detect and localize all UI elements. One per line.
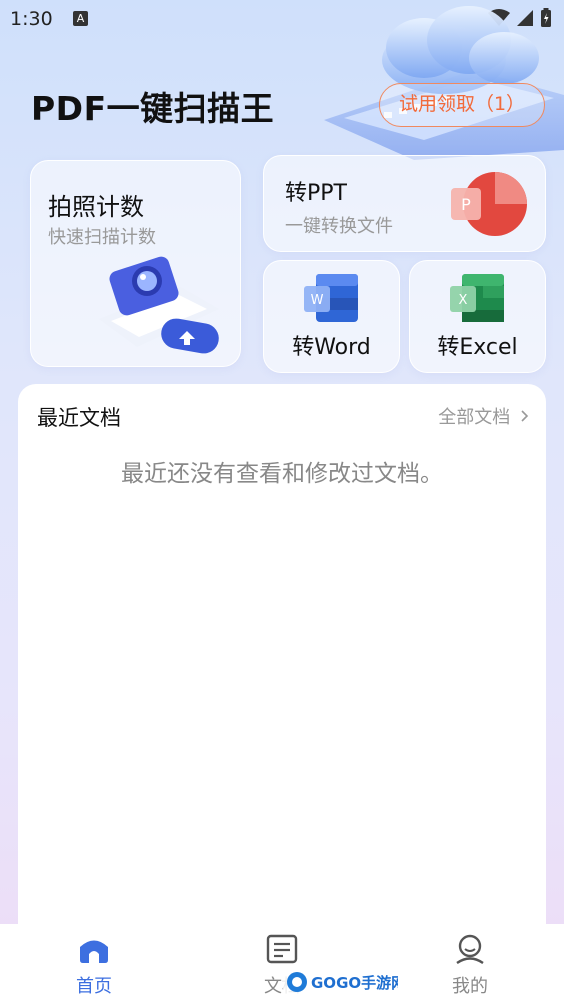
- recent-documents-panel: 最近文档 全部文档 最近还没有查看和修改过文档。: [18, 384, 546, 944]
- excel-letter: X: [459, 293, 468, 308]
- to-word-card[interactable]: W 转Word: [263, 260, 400, 373]
- trial-claim-button[interactable]: 试用领取（1）: [379, 83, 545, 127]
- home-icon: [80, 940, 108, 963]
- chevron-right-icon: [521, 410, 529, 422]
- hero-cloud-illustration: [324, 6, 564, 160]
- watermark-logo: GOGO手游网: [283, 968, 398, 996]
- ppt-letter: P: [461, 195, 471, 214]
- tab-home[interactable]: 首页: [44, 934, 144, 998]
- photo-count-subtitle: 快速扫描计数: [48, 227, 156, 248]
- all-documents-link[interactable]: 全部文档: [438, 403, 530, 429]
- to-ppt-title: 转PPT: [285, 181, 347, 206]
- tab-home-label: 首页: [76, 976, 112, 997]
- tab-profile-label: 我的: [452, 976, 488, 997]
- camera-scan-icon: [99, 256, 219, 354]
- document-icon: [266, 934, 298, 964]
- recent-documents-title: 最近文档: [37, 406, 121, 430]
- to-excel-card[interactable]: X 转Excel: [409, 260, 546, 373]
- to-ppt-card[interactable]: 转PPT 一键转换文件 P: [263, 155, 546, 252]
- to-word-title: 转Word: [292, 335, 371, 360]
- recent-empty-message: 最近还没有查看和修改过文档。: [121, 461, 443, 487]
- bottom-tab-bar: 首页 文档 我的: [0, 924, 564, 1004]
- status-time: 1:30: [10, 8, 53, 30]
- app-title: PDF一键扫描王: [31, 89, 275, 128]
- powerpoint-icon: P: [451, 172, 527, 236]
- all-documents-label: 全部文档: [438, 407, 511, 428]
- photo-count-title: 拍照计数: [48, 193, 144, 221]
- watermark-text: GOGO手游网: [311, 974, 398, 992]
- word-letter: W: [311, 293, 324, 308]
- notification-icon: A: [73, 11, 88, 26]
- tab-profile[interactable]: 我的: [420, 934, 520, 998]
- to-ppt-subtitle: 一键转换文件: [285, 216, 393, 237]
- photo-count-card[interactable]: 拍照计数 快速扫描计数: [30, 160, 241, 367]
- user-icon: [456, 934, 484, 965]
- to-excel-title: 转Excel: [437, 335, 518, 360]
- excel-icon: X: [450, 274, 504, 322]
- word-icon: W: [304, 274, 358, 322]
